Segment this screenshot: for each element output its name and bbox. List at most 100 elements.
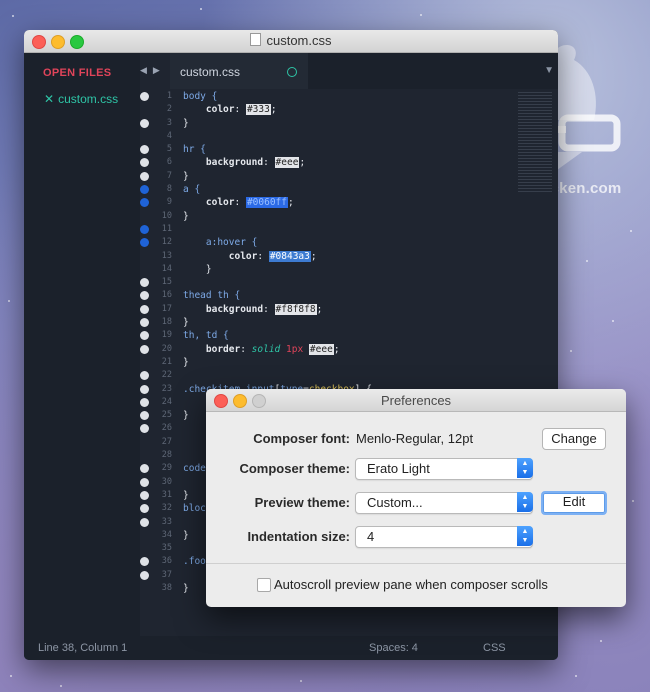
line-number: 23	[161, 383, 172, 394]
marker-dot-icon[interactable]	[140, 278, 149, 288]
close-file-icon[interactable]: ✕	[44, 92, 54, 106]
marker-dot-icon[interactable]	[140, 331, 149, 341]
marker-dot-icon[interactable]	[140, 185, 149, 195]
code-line[interactable]: color: #0843a3;	[183, 250, 533, 263]
gutter-line: 18	[134, 316, 174, 329]
marker-dot-icon[interactable]	[140, 92, 149, 101]
tab-menu-icon[interactable]: ▼	[544, 65, 554, 76]
code-line[interactable]: }	[183, 316, 533, 329]
gutter-line: 17	[134, 303, 174, 316]
syntax-status[interactable]: CSS	[483, 642, 506, 654]
code-token: color	[205, 197, 235, 209]
tab-custom-css[interactable]: custom.css	[170, 53, 308, 89]
indentation-status[interactable]: Spaces: 4	[369, 642, 418, 654]
change-font-button[interactable]: Change	[542, 428, 606, 450]
code-line[interactable]: thead th {	[183, 289, 533, 302]
code-token: :	[234, 104, 246, 116]
marker-dot-icon[interactable]	[140, 118, 149, 128]
code-token: :	[234, 197, 246, 209]
code-token: body {	[183, 91, 218, 102]
edit-theme-button[interactable]: Edit	[541, 491, 607, 515]
marker-dot-icon[interactable]	[140, 224, 149, 234]
marker-dot-icon[interactable]	[140, 318, 149, 328]
marker-dot-icon[interactable]	[140, 477, 149, 487]
code-line[interactable]: a {	[183, 183, 533, 196]
marker-dot-icon[interactable]	[140, 304, 149, 314]
marker-dot-icon[interactable]	[140, 291, 149, 301]
preview-theme-select[interactable]: Custom... ▲ ▼	[355, 492, 533, 514]
code-token: }	[183, 529, 189, 541]
gutter-line: 21	[134, 356, 174, 369]
marker-dot-icon[interactable]	[140, 158, 149, 168]
autoscroll-checkbox[interactable]	[257, 578, 271, 592]
back-arrow-icon[interactable]: ◀	[140, 65, 147, 75]
marker-dot-icon[interactable]	[140, 490, 149, 500]
preferences-dialog: Preferences Composer font: Menlo-Regular…	[206, 389, 626, 607]
code-line[interactable]: a:hover {	[183, 236, 533, 249]
marker-dot-icon[interactable]	[140, 238, 149, 248]
code-line[interactable]	[183, 223, 533, 236]
composer-theme-select[interactable]: Erato Light ▲ ▼	[355, 458, 533, 480]
marker-dot-icon[interactable]	[140, 504, 149, 514]
gutter-line: 22	[134, 369, 174, 382]
code-line[interactable]: color: #0060ff;	[183, 196, 533, 209]
marker-dot-icon[interactable]	[140, 198, 149, 208]
code-token: ;	[270, 104, 277, 116]
line-number: 31	[161, 489, 172, 500]
code-line[interactable]: color: #333;	[183, 103, 533, 116]
code-line[interactable]: }	[183, 263, 533, 276]
code-line[interactable]	[183, 369, 533, 382]
line-number: 16	[161, 290, 172, 301]
code-line[interactable]: border: solid 1px #eee;	[183, 343, 533, 356]
preferences-title: Preferences	[380, 393, 452, 408]
code-token: thead th {	[183, 290, 241, 302]
forward-arrow-icon[interactable]: ▶	[153, 65, 160, 75]
code-line[interactable]: }	[183, 210, 533, 223]
code-token: hr {	[183, 144, 206, 156]
marker-dot-icon[interactable]	[140, 171, 149, 181]
gutter-line: 24	[134, 396, 174, 409]
unsaved-dot-icon[interactable]	[287, 67, 297, 77]
line-number: 12	[161, 237, 172, 248]
line-number: 34	[161, 529, 172, 540]
marker-dot-icon[interactable]	[140, 557, 149, 567]
code-token: color	[205, 104, 235, 116]
code-token: ;	[316, 303, 323, 315]
line-number: 17	[161, 303, 172, 314]
code-line[interactable]	[183, 276, 533, 289]
code-token: color	[228, 250, 258, 262]
line-number: 27	[161, 436, 172, 447]
editor-titlebar[interactable]: custom.css	[24, 30, 558, 53]
marker-dot-icon[interactable]	[140, 517, 149, 527]
marker-dot-icon[interactable]	[140, 344, 149, 354]
cursor-position: Line 38, Column 1	[38, 642, 128, 654]
code-line[interactable]: background: #f8f8f8;	[183, 303, 533, 316]
marker-dot-icon[interactable]	[140, 570, 149, 580]
line-number: 13	[161, 250, 172, 261]
code-line[interactable]: }	[183, 170, 533, 183]
gutter-line: 23	[134, 383, 174, 396]
code-line[interactable]: background: #eee;	[183, 156, 533, 169]
marker-dot-icon[interactable]	[140, 424, 149, 434]
marker-dot-icon[interactable]	[140, 397, 149, 407]
code-line[interactable]: }	[183, 356, 533, 369]
indentation-size-select[interactable]: 4 ▲ ▼	[355, 526, 533, 548]
minimap[interactable]	[518, 92, 552, 192]
marker-dot-icon[interactable]	[140, 411, 149, 421]
code-line[interactable]: hr {	[183, 143, 533, 156]
preferences-titlebar[interactable]: Preferences	[206, 389, 626, 412]
code-token: ;	[299, 157, 306, 169]
code-line[interactable]: }	[183, 117, 533, 130]
marker-dot-icon[interactable]	[140, 384, 149, 394]
marker-dot-icon[interactable]	[140, 145, 149, 155]
marker-dot-icon[interactable]	[140, 464, 149, 474]
gutter-line: 16	[134, 289, 174, 302]
autoscroll-label[interactable]: Autoscroll preview pane when composer sc…	[274, 577, 548, 592]
marker-dot-icon[interactable]	[140, 371, 149, 381]
gutter-line: 1	[134, 90, 174, 103]
code-line[interactable]	[183, 130, 533, 143]
code-line[interactable]: body {	[183, 90, 533, 103]
code-line[interactable]: th, td {	[183, 329, 533, 342]
sidebar-item-custom-css[interactable]: ✕ custom.css	[44, 92, 118, 106]
